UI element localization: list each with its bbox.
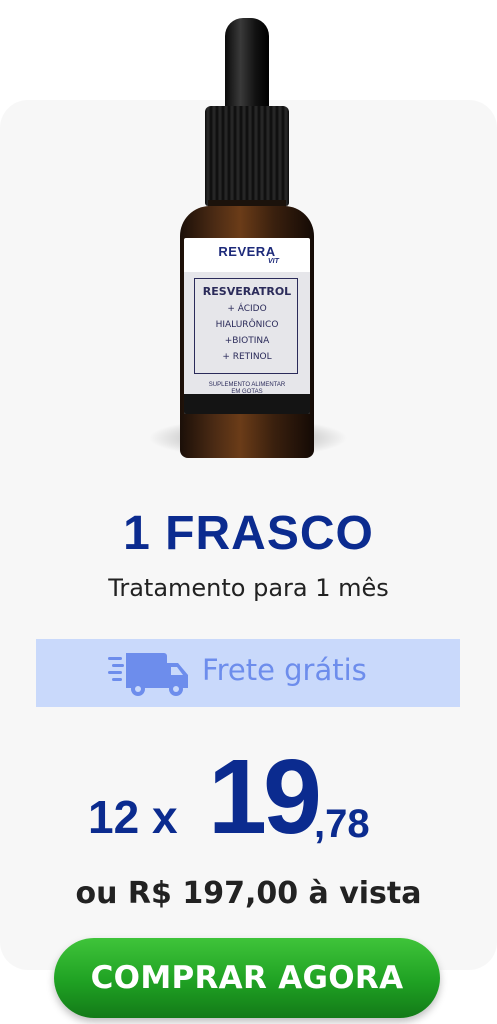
truck-icon [108, 653, 188, 696]
label-line: + RETINOL [222, 352, 272, 362]
cash-price: ou R$ 197,00 à vista [75, 876, 422, 911]
installments-count: 12 x [88, 791, 178, 843]
free-shipping-banner: Frete grátis [36, 639, 460, 707]
label-footer-line: SUPLEMENTO ALIMENTAR [208, 382, 286, 388]
label-brand: REVERA [218, 244, 276, 259]
label-bottom-band [184, 394, 310, 414]
treatment-duration: Tratamento para 1 mês [108, 574, 389, 602]
label-line: + ÁCIDO [227, 304, 267, 314]
label-ingredients-frame: RESVERATROL + ÁCIDO HIALURÔNICO +BIOTINA… [194, 278, 298, 374]
buy-now-button[interactable]: COMPRAR AGORA [54, 938, 440, 1018]
product-image: REVERA VIT RESVERATROL + ÁCIDO HIALURÔNI… [130, 18, 370, 458]
installment-price-integer: 19 [208, 738, 322, 856]
label-line: +BIOTINA [224, 336, 270, 346]
product-title: 1 FRASCO [123, 507, 374, 560]
installment-price-cents: ,78 [314, 802, 370, 846]
free-shipping-label: Frete grátis [202, 653, 367, 687]
label-line: HIALURÔNICO [215, 320, 279, 330]
label-line: RESVERATROL [202, 285, 292, 298]
dropper-bulb [225, 18, 269, 114]
bottle-label: REVERA VIT RESVERATROL + ÁCIDO HIALURÔNI… [184, 238, 310, 414]
dropper-collar [205, 106, 289, 206]
label-brand-sub: VIT [268, 258, 279, 265]
label-ingredients-box: RESVERATROL + ÁCIDO HIALURÔNICO +BIOTINA… [184, 272, 310, 398]
price-block: 12 x 19 ,78 [0, 742, 497, 862]
